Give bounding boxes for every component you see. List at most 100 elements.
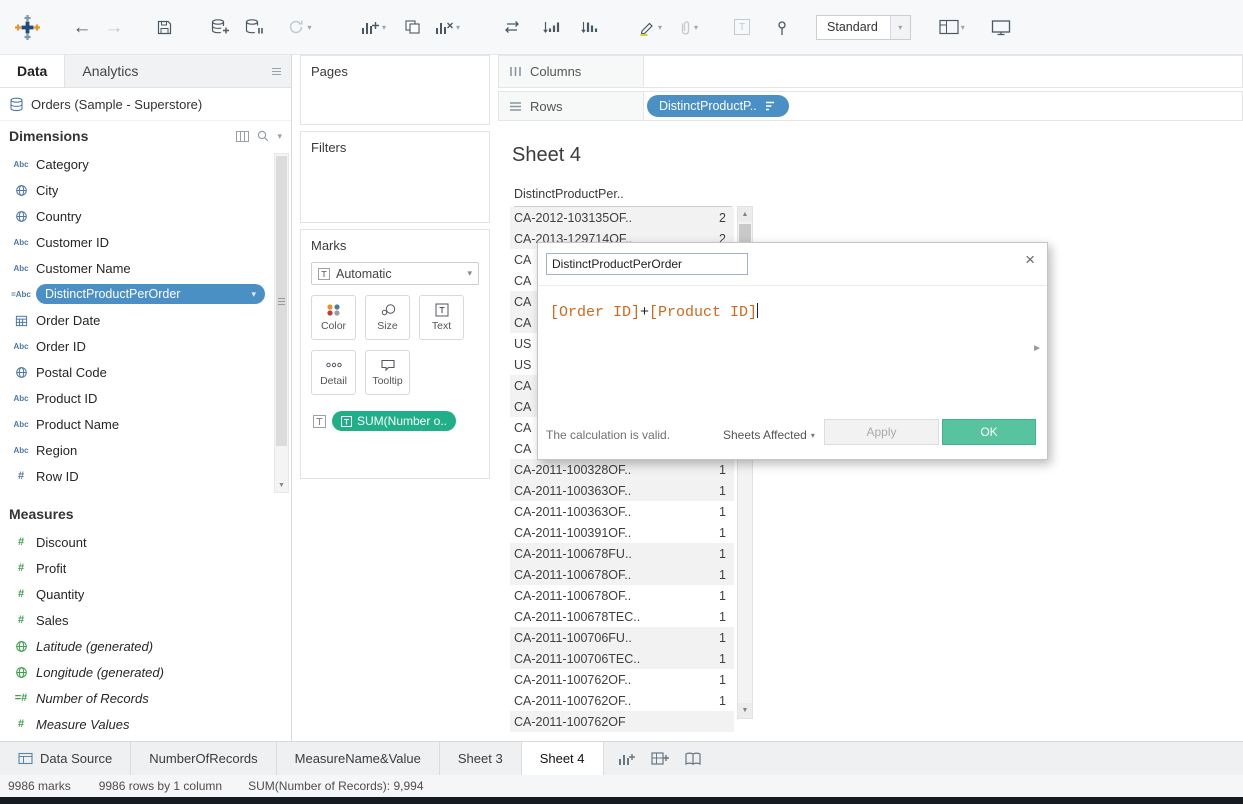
table-row[interactable]: CA-2011-100678OF.. 1: [510, 585, 734, 606]
pane-options-button[interactable]: [271, 55, 291, 87]
mark-type-dropdown[interactable]: Automatic ▾: [311, 262, 479, 285]
chevron-down-icon[interactable]: ▾: [467, 268, 472, 279]
chevron-down-icon[interactable]: ▾: [251, 289, 256, 300]
sheets-affected-dropdown[interactable]: Sheets Affected ▾: [723, 428, 815, 442]
measure-sales[interactable]: # Sales: [0, 607, 291, 633]
chevron-down-icon[interactable]: ▾: [658, 23, 662, 32]
calculation-name-input[interactable]: [546, 253, 748, 275]
sheet-tab-sheet-4[interactable]: Sheet 4: [521, 742, 604, 775]
dimension-country[interactable]: Country: [0, 203, 291, 229]
table-row[interactable]: CA-2011-100706FU.. 1: [510, 627, 734, 648]
duplicate-sheet-button[interactable]: [400, 11, 424, 43]
undo-button[interactable]: ←: [70, 11, 94, 43]
rows-shelf-body[interactable]: DistinctProductP..: [644, 91, 1243, 121]
sheet-tab-numberofrecords[interactable]: NumberOfRecords: [131, 742, 277, 775]
highlight-button[interactable]: ▾: [638, 11, 662, 43]
new-story-button[interactable]: [680, 746, 707, 771]
table-row[interactable]: CA-2011-100762OF: [510, 711, 734, 732]
table-row[interactable]: CA-2011-100678FU.. 1: [510, 543, 734, 564]
pause-auto-updates-button[interactable]: [242, 11, 266, 43]
view-data-icon[interactable]: [236, 130, 250, 142]
scroll-up-icon[interactable]: ▲: [738, 207, 752, 222]
sum-number-of-records-pill[interactable]: SUM(Number o..: [332, 411, 457, 431]
measure-quantity[interactable]: # Quantity: [0, 581, 291, 607]
chevron-down-icon[interactable]: ▾: [382, 23, 386, 32]
chevron-down-icon[interactable]: ▾: [307, 23, 311, 32]
redo-button[interactable]: →: [102, 11, 126, 43]
columns-shelf[interactable]: Columns: [498, 55, 1243, 88]
measure-measure-values[interactable]: # Measure Values: [0, 711, 291, 737]
dimension-order-id[interactable]: Abc Order ID: [0, 333, 291, 359]
search-icon[interactable]: [257, 130, 269, 142]
sort-ascending-button[interactable]: [540, 11, 564, 43]
measure-latitude-generated[interactable]: Latitude (generated): [0, 633, 291, 659]
table-column-header[interactable]: DistinctProductPer..: [514, 187, 732, 207]
sheet-tab-measurename-value[interactable]: MeasureName&Value: [276, 742, 440, 775]
table-row[interactable]: CA-2011-100363OF.. 1: [510, 501, 734, 522]
sheet-tab-sheet-3[interactable]: Sheet 3: [439, 742, 522, 775]
dimension-product-name[interactable]: Abc Product Name: [0, 411, 291, 437]
color-button[interactable]: Color: [311, 295, 356, 340]
scroll-down-icon[interactable]: ▼: [738, 703, 752, 718]
dimension-postal-code[interactable]: Postal Code: [0, 359, 291, 385]
dimension-customer-name[interactable]: Abc Customer Name: [0, 255, 291, 281]
scroll-down-icon[interactable]: ▼: [275, 478, 288, 492]
dimension-distinctproductperorder[interactable]: =Abc DistinctProductPerOrder ▾: [0, 281, 291, 307]
tooltip-button[interactable]: Tooltip: [365, 350, 410, 395]
expand-panel-icon[interactable]: ►: [1032, 343, 1042, 354]
new-worksheet-button[interactable]: [614, 746, 641, 771]
ok-button[interactable]: OK: [942, 419, 1036, 445]
show-hide-cards-button[interactable]: ▾: [939, 11, 965, 43]
measure-longitude-generated[interactable]: Longitude (generated): [0, 659, 291, 685]
measure-number-of-records[interactable]: =# Number of Records: [0, 685, 291, 711]
swap-rows-columns-button[interactable]: [500, 11, 524, 43]
formula-editor[interactable]: [Order ID]+[Product ID]: [550, 303, 759, 321]
table-row[interactable]: CA-2011-100391OF.. 1: [510, 522, 734, 543]
group-members-button[interactable]: ▾: [676, 11, 700, 43]
table-row[interactable]: CA-2011-100363OF.. 1: [510, 480, 734, 501]
chevron-down-icon[interactable]: ▾: [277, 131, 282, 142]
measure-discount[interactable]: # Discount: [0, 529, 291, 555]
new-worksheet-button[interactable]: ▾: [360, 11, 386, 43]
chevron-down-icon[interactable]: ▾: [889, 15, 910, 39]
size-button[interactable]: Size: [365, 295, 410, 340]
show-mark-labels-button[interactable]: T: [730, 11, 754, 43]
add-data-source-button[interactable]: [208, 11, 232, 43]
dimension-product-id[interactable]: Abc Product ID: [0, 385, 291, 411]
clear-sheet-button[interactable]: ▾: [434, 11, 460, 43]
sheet-tab-data-source[interactable]: Data Source: [0, 742, 132, 775]
table-row[interactable]: CA-2011-100678OF.. 1: [510, 564, 734, 585]
table-row[interactable]: CA-2011-100706TEC.. 1: [510, 648, 734, 669]
dimension-row-id[interactable]: # Row ID: [0, 463, 291, 489]
dimension-category[interactable]: Abc Category: [0, 151, 291, 177]
fit-dropdown[interactable]: Standard ▾: [816, 14, 911, 40]
chevron-down-icon[interactable]: ▾: [694, 23, 698, 32]
rows-shelf[interactable]: Rows DistinctProductP..: [498, 91, 1243, 121]
table-row[interactable]: CA-2012-103135OF.. 2: [510, 207, 734, 228]
dimensions-scrollbar[interactable]: ▼: [274, 153, 289, 493]
dimension-city[interactable]: City: [0, 177, 291, 203]
detail-button[interactable]: Detail: [311, 350, 356, 395]
table-row[interactable]: CA-2011-100762OF.. 1: [510, 669, 734, 690]
distinctproductperorder-pill[interactable]: DistinctProductP..: [647, 95, 789, 117]
tableau-logo[interactable]: [8, 11, 46, 43]
save-button[interactable]: [152, 11, 176, 43]
scrollbar-thumb[interactable]: [276, 156, 287, 446]
dimension-region[interactable]: Abc Region: [0, 437, 291, 463]
presentation-mode-button[interactable]: [989, 11, 1013, 43]
columns-shelf-body[interactable]: [644, 55, 1243, 88]
selected-field-pill[interactable]: DistinctProductPerOrder ▾: [36, 284, 265, 304]
table-row[interactable]: CA-2011-100328OF.. 1: [510, 459, 734, 480]
datasource-item[interactable]: Orders (Sample - Superstore): [0, 88, 291, 121]
text-button[interactable]: Text: [419, 295, 464, 340]
new-dashboard-button[interactable]: [647, 746, 674, 771]
apply-button[interactable]: Apply: [824, 419, 939, 445]
fix-axes-button[interactable]: [770, 11, 794, 43]
tab-data[interactable]: Data: [0, 55, 66, 87]
dimension-customer-id[interactable]: Abc Customer ID: [0, 229, 291, 255]
table-row[interactable]: CA-2011-100762OF.. 1: [510, 690, 734, 711]
table-row[interactable]: CA-2011-100678TEC.. 1: [510, 606, 734, 627]
measure-profit[interactable]: # Profit: [0, 555, 291, 581]
close-icon[interactable]: ×: [1025, 251, 1035, 268]
chevron-down-icon[interactable]: ▾: [961, 23, 965, 32]
